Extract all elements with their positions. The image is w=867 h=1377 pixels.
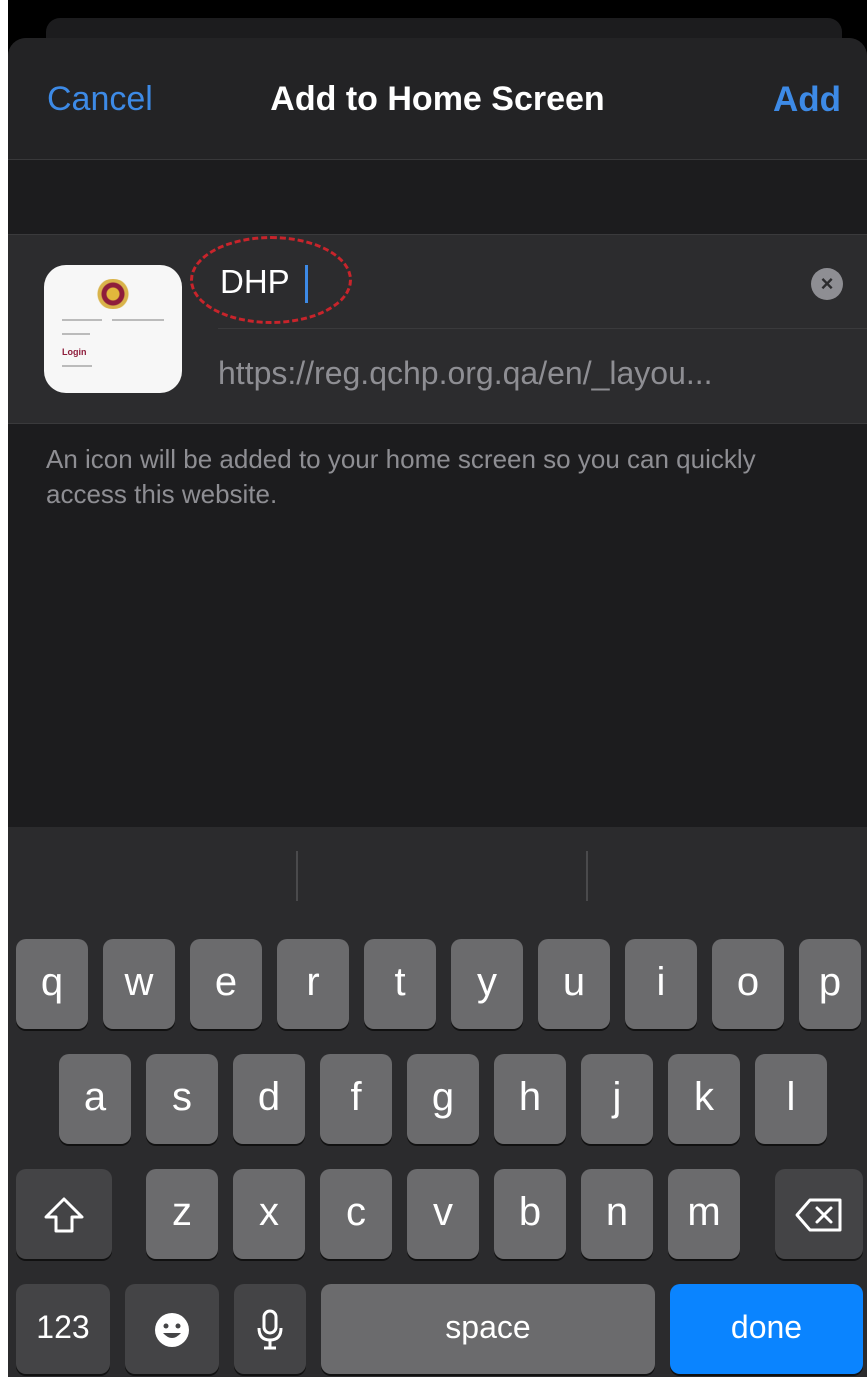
- key-n[interactable]: n: [581, 1169, 653, 1259]
- key-c[interactable]: c: [320, 1169, 392, 1259]
- clear-text-icon[interactable]: ×: [811, 268, 843, 300]
- url-label: https://reg.qchp.org.qa/en/_layou...: [218, 355, 713, 391]
- numbers-key[interactable]: 123: [16, 1284, 110, 1374]
- predictive-bar: [8, 827, 867, 927]
- key-e[interactable]: e: [190, 939, 262, 1029]
- navigation-bar: Cancel Add to Home Screen Add: [8, 38, 867, 160]
- key-h[interactable]: h: [494, 1054, 566, 1144]
- name-field[interactable]: DHP ×: [190, 235, 867, 329]
- key-d[interactable]: d: [233, 1054, 305, 1144]
- annotation-circle: [190, 236, 352, 324]
- thumb-line: [62, 319, 102, 321]
- shift-icon: [44, 1197, 84, 1233]
- microphone-icon: [257, 1309, 283, 1350]
- key-r[interactable]: r: [277, 939, 349, 1029]
- key-l[interactable]: l: [755, 1054, 827, 1144]
- key-u[interactable]: u: [538, 939, 610, 1029]
- emoji-key[interactable]: [125, 1284, 219, 1374]
- key-y[interactable]: y: [451, 939, 523, 1029]
- emoji-icon: [155, 1312, 189, 1347]
- screen: Cancel Add to Home Screen Add Login DHP …: [8, 0, 867, 1377]
- key-q[interactable]: q: [16, 939, 88, 1029]
- key-o[interactable]: o: [712, 939, 784, 1029]
- hint-text: An icon will be added to your home scree…: [46, 444, 756, 509]
- predictive-separator: [586, 851, 588, 901]
- key-v[interactable]: v: [407, 1169, 479, 1259]
- key-a[interactable]: a: [59, 1054, 131, 1144]
- key-i[interactable]: i: [625, 939, 697, 1029]
- delete-key[interactable]: [775, 1169, 863, 1259]
- key-s[interactable]: s: [146, 1054, 218, 1144]
- key-b[interactable]: b: [494, 1169, 566, 1259]
- key-k[interactable]: k: [668, 1054, 740, 1144]
- key-p[interactable]: p: [799, 939, 861, 1029]
- key-j[interactable]: j: [581, 1054, 653, 1144]
- sheet-title: Add to Home Screen: [270, 80, 605, 118]
- key-f[interactable]: f: [320, 1054, 392, 1144]
- key-w[interactable]: w: [103, 939, 175, 1029]
- key-m[interactable]: m: [668, 1169, 740, 1259]
- delete-icon: [795, 1198, 842, 1232]
- thumb-line: [62, 333, 90, 335]
- add-to-home-sheet: Cancel Add to Home Screen Add Login DHP …: [8, 38, 867, 1377]
- done-key[interactable]: done: [670, 1284, 863, 1374]
- key-t[interactable]: t: [364, 939, 436, 1029]
- dictation-key[interactable]: [234, 1284, 306, 1374]
- keyboard: q w e r t y u i o p a s d f g h j k l z …: [8, 827, 867, 1377]
- space-key[interactable]: space: [321, 1284, 655, 1374]
- key-g[interactable]: g: [407, 1054, 479, 1144]
- key-x[interactable]: x: [233, 1169, 305, 1259]
- key-z[interactable]: z: [146, 1169, 218, 1259]
- thumb-line: [62, 365, 92, 367]
- thumb-login-text: Login: [62, 347, 87, 357]
- predictive-separator: [296, 851, 298, 901]
- add-button[interactable]: Add: [773, 80, 841, 120]
- thumb-line: [112, 319, 164, 321]
- site-logo-seal: [94, 279, 132, 309]
- shift-key[interactable]: [16, 1169, 112, 1259]
- bookmark-form: Login DHP × https://reg.qchp.org.qa/en/_…: [8, 234, 867, 424]
- site-icon-preview: Login: [44, 265, 182, 393]
